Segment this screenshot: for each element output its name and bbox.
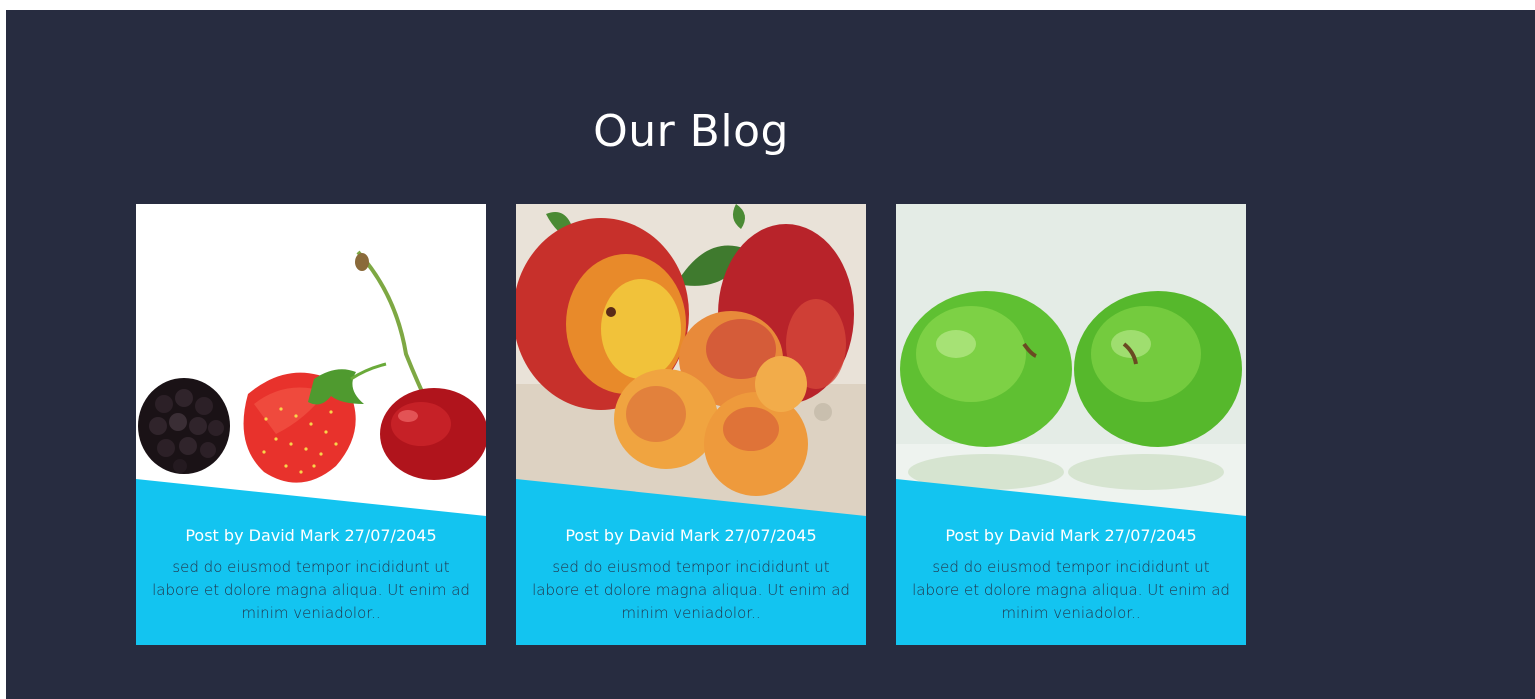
post-excerpt: sed do eiusmod tempor incididunt ut labo… bbox=[912, 558, 1230, 622]
post-excerpt: sed do eiusmod tempor incididunt ut labo… bbox=[152, 558, 470, 622]
section-title: Our Blog bbox=[593, 106, 789, 157]
post-meta: Post by David Mark 27/07/2045 bbox=[565, 526, 817, 545]
post-excerpt: sed do eiusmod tempor incididunt ut labo… bbox=[532, 558, 850, 622]
berries-image[interactable] bbox=[136, 204, 486, 516]
green-apples-image[interactable] bbox=[896, 204, 1246, 516]
blog-card[interactable]: Post by David Mark 27/07/2045 sed do eiu… bbox=[896, 204, 1246, 645]
post-meta: Post by David Mark 27/07/2045 bbox=[185, 526, 437, 545]
post-meta: Post by David Mark 27/07/2045 bbox=[945, 526, 1197, 545]
blog-card[interactable]: Post by David Mark 27/07/2045 sed do eiu… bbox=[136, 204, 486, 645]
blog-section: Our Blog Post by David Mark 27/07/2045 s… bbox=[6, 10, 1535, 699]
peaches-image[interactable] bbox=[516, 204, 866, 516]
blog-card[interactable]: Post by David Mark 27/07/2045 sed do eiu… bbox=[516, 204, 866, 645]
